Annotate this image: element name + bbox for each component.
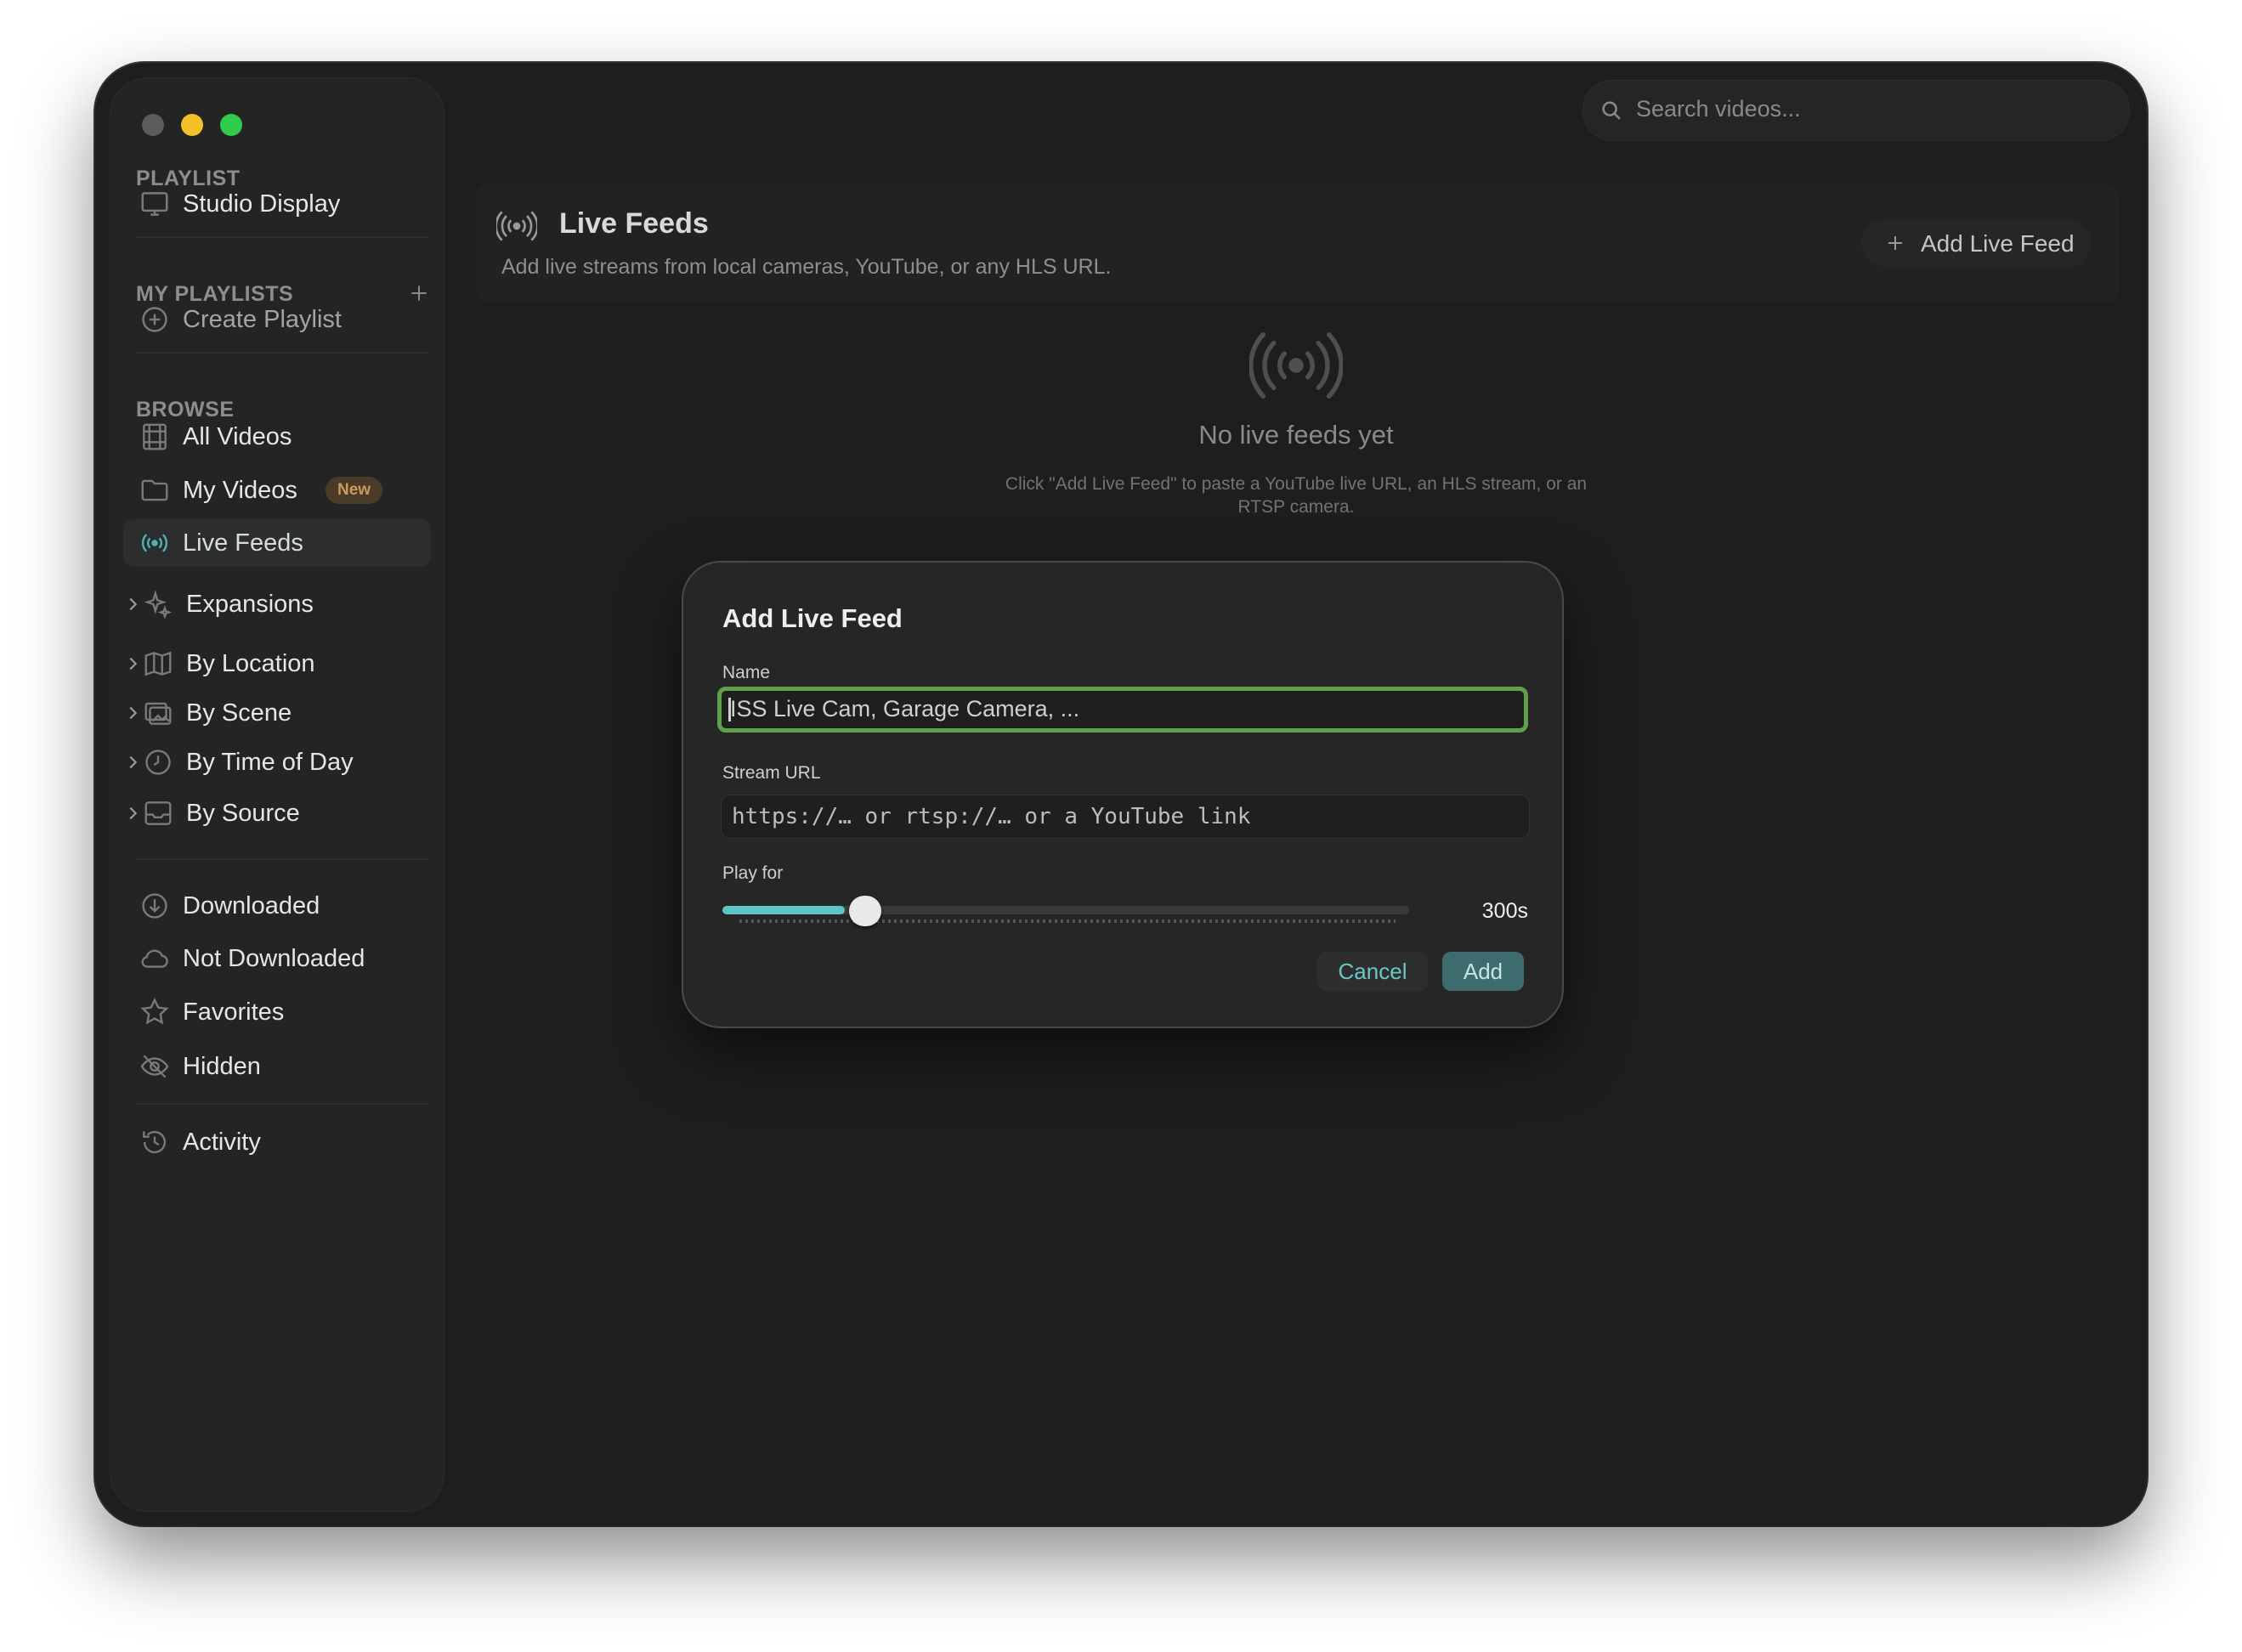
name-field[interactable]: ISS Live Cam, Garage Camera, ... — [717, 687, 1528, 733]
page-title: Live Feeds — [559, 207, 709, 240]
stream-url-placeholder: https://… or rtsp://… or a YouTube link — [732, 804, 1251, 829]
slider-thumb[interactable] — [848, 896, 881, 926]
plus-circle-icon — [142, 307, 167, 332]
zoom-window-button[interactable] — [220, 114, 242, 136]
search-icon — [1602, 101, 1621, 120]
sidebar-item-label: Downloaded — [183, 891, 320, 919]
sidebar-item-activity[interactable]: Activity — [123, 1118, 431, 1166]
divider — [136, 236, 428, 238]
name-label: Name — [722, 663, 771, 682]
chevron-right-icon[interactable] — [123, 753, 142, 772]
sidebar-item-label: Activity — [183, 1128, 261, 1156]
tray-icon — [144, 801, 172, 825]
divider — [136, 1103, 428, 1105]
divider — [136, 352, 428, 354]
broadcast-icon — [496, 211, 537, 241]
sidebar-item-label: By Location — [186, 649, 315, 677]
divider — [136, 858, 428, 860]
empty-state-title: No live feeds yet — [1198, 420, 1394, 450]
sidebar-item-label: Not Downloaded — [183, 944, 365, 972]
sidebar-item-label: My Videos — [183, 476, 297, 504]
display-icon — [141, 192, 168, 216]
sparkle-icon — [144, 590, 173, 620]
slider-ticks — [739, 919, 1396, 923]
stream-url-label: Stream URL — [722, 763, 821, 783]
film-icon — [143, 423, 167, 450]
minimize-window-button[interactable] — [181, 114, 203, 136]
chevron-right-icon[interactable] — [123, 804, 142, 823]
page-subtitle: Add live streams from local cameras, You… — [501, 255, 1112, 279]
add-live-feed-button[interactable]: Add Live Feed — [1861, 219, 2091, 267]
search-input[interactable]: Search videos... — [1636, 96, 1801, 122]
photos-icon — [144, 702, 172, 725]
star-icon — [140, 998, 169, 1025]
play-for-value: 300s — [1481, 899, 1528, 923]
eye-slash-icon — [140, 1055, 169, 1078]
sidebar-item-label: All Videos — [183, 422, 292, 450]
sidebar-item-label: Studio Display — [183, 190, 341, 218]
sidebar-item-by-scene[interactable]: By Scene — [123, 689, 431, 737]
sidebar-item-hidden[interactable]: Hidden — [123, 1043, 431, 1090]
sidebar-item-label: Favorites — [183, 998, 285, 1026]
slider-fill — [722, 906, 845, 914]
history-icon — [143, 1130, 167, 1154]
cloud-icon — [141, 949, 168, 968]
sidebar: PLAYLIST Studio Display MY PLAYLISTS Cre… — [110, 77, 444, 1512]
clock-icon — [145, 750, 171, 775]
sidebar-item-label: Live Feeds — [183, 529, 303, 557]
sidebar-item-label: Hidden — [183, 1052, 261, 1080]
name-field-placeholder: ISS Live Cam, Garage Camera, ... — [730, 696, 1080, 721]
sidebar-item-live-feeds[interactable]: Live Feeds — [123, 519, 431, 567]
play-for-slider[interactable] — [722, 906, 1409, 914]
broadcast-icon — [141, 534, 168, 552]
map-icon — [144, 651, 172, 676]
chevron-right-icon[interactable] — [123, 704, 142, 722]
app-window: PLAYLIST Studio Display MY PLAYLISTS Cre… — [95, 63, 2147, 1525]
add-button[interactable]: Add — [1442, 952, 1524, 991]
sidebar-item-not-downloaded[interactable]: Not Downloaded — [123, 935, 431, 982]
sidebar-item-label: Create Playlist — [183, 305, 342, 333]
sidebar-item-by-source[interactable]: By Source — [123, 789, 431, 837]
close-window-button[interactable] — [142, 114, 164, 136]
sidebar-item-expansions[interactable]: Expansions — [123, 580, 431, 628]
sidebar-item-all-videos[interactable]: All Videos — [123, 413, 431, 461]
search-bar[interactable]: Search videos... — [1582, 80, 2130, 141]
download-circle-icon — [142, 893, 167, 919]
new-badge: New — [326, 477, 383, 504]
sidebar-item-create-playlist[interactable]: Create Playlist — [123, 296, 431, 343]
sidebar-item-studio-display[interactable]: Studio Display — [123, 180, 431, 228]
sidebar-item-by-location[interactable]: By Location — [123, 640, 431, 687]
sidebar-item-label: By Scene — [186, 699, 292, 727]
folder-icon — [141, 479, 168, 501]
dialog-title: Add Live Feed — [722, 603, 903, 633]
sidebar-item-my-videos[interactable]: My Videos New — [123, 467, 431, 514]
sidebar-item-label: By Time of Day — [186, 748, 354, 776]
stream-url-field[interactable]: https://… or rtsp://… or a YouTube link — [721, 795, 1530, 839]
sidebar-item-by-time-of-day[interactable]: By Time of Day — [123, 738, 431, 786]
add-live-feed-dialog: Add Live Feed Name ISS Live Cam, Garage … — [682, 561, 1564, 1028]
chevron-right-icon[interactable] — [123, 595, 142, 614]
sidebar-item-label: By Source — [186, 799, 300, 827]
empty-state-text: Click "Add Live Feed" to paste a YouTube… — [1005, 474, 1588, 517]
chevron-right-icon[interactable] — [123, 654, 142, 673]
broadcast-icon — [1249, 332, 1343, 399]
sidebar-item-label: Expansions — [186, 590, 314, 618]
cancel-button[interactable]: Cancel — [1317, 952, 1428, 991]
plus-icon — [1888, 236, 1902, 250]
play-for-label: Play for — [722, 863, 784, 883]
add-live-feed-label: Add Live Feed — [1921, 230, 2075, 257]
sidebar-item-favorites[interactable]: Favorites — [123, 988, 431, 1036]
sidebar-item-downloaded[interactable]: Downloaded — [123, 882, 431, 930]
live-feeds-header: Live Feeds Add live streams from local c… — [476, 184, 2120, 303]
